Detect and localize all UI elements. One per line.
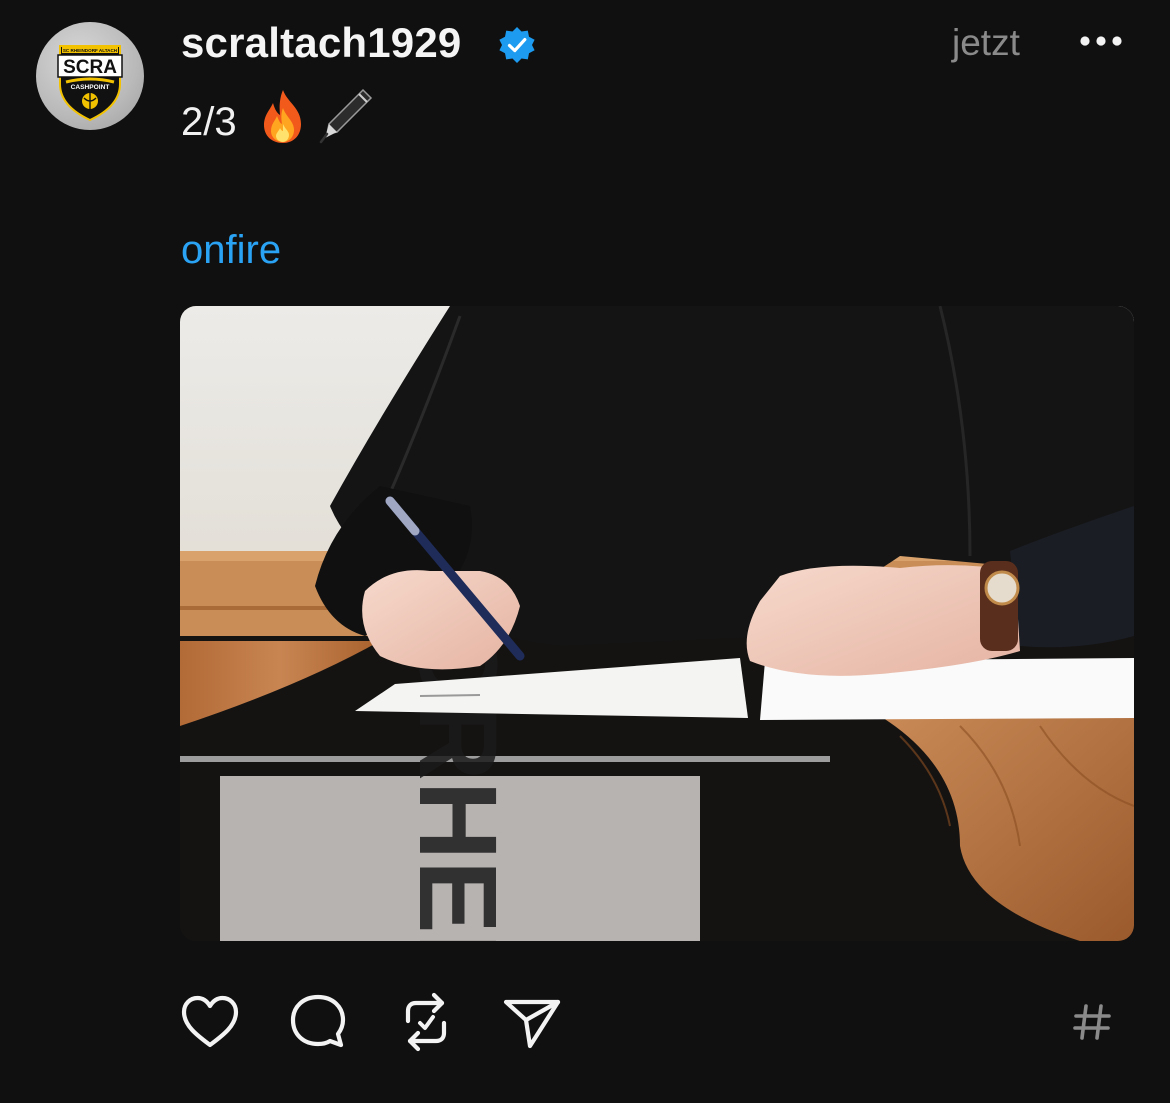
share-button[interactable] (500, 990, 564, 1054)
send-icon (503, 999, 561, 1049)
post-image[interactable]: SCRHEIN (180, 306, 1134, 941)
logo-top-text: SC RHEINDORF ALTACH (63, 48, 118, 53)
heart-icon (181, 995, 239, 1048)
reply-button[interactable] (286, 990, 350, 1054)
hashtag-link[interactable]: onfire (181, 225, 281, 275)
like-button[interactable] (178, 990, 242, 1054)
fire-emoji (257, 88, 309, 156)
more-horizontal-icon[interactable] (1080, 30, 1122, 52)
contract-signing-photo: SCRHEIN (180, 306, 1134, 941)
comment-bubble-icon (290, 994, 346, 1048)
post-action-bar (0, 990, 1170, 1060)
caption-text: 2/3 (181, 100, 237, 144)
thread-post: SC RHEINDORF ALTACH SCRA CASHPOINT scral… (0, 0, 1170, 1103)
club-logo: SC RHEINDORF ALTACH SCRA CASHPOINT (57, 45, 123, 122)
username[interactable]: scraltach1929 (181, 18, 461, 68)
repost-icon (405, 992, 447, 1052)
topic-button[interactable] (1060, 990, 1124, 1054)
logo-main-text: SCRA (63, 57, 117, 78)
verified-badge-icon (499, 27, 535, 63)
pen-emoji (315, 86, 375, 158)
hash-icon (1073, 1004, 1111, 1040)
post-caption: 2/3 (181, 86, 375, 158)
logo-sponsor-text: CASHPOINT (71, 84, 110, 91)
avatar[interactable]: SC RHEINDORF ALTACH SCRA CASHPOINT (36, 22, 144, 130)
post-timestamp: jetzt (952, 22, 1020, 63)
repost-button[interactable] (394, 990, 458, 1054)
